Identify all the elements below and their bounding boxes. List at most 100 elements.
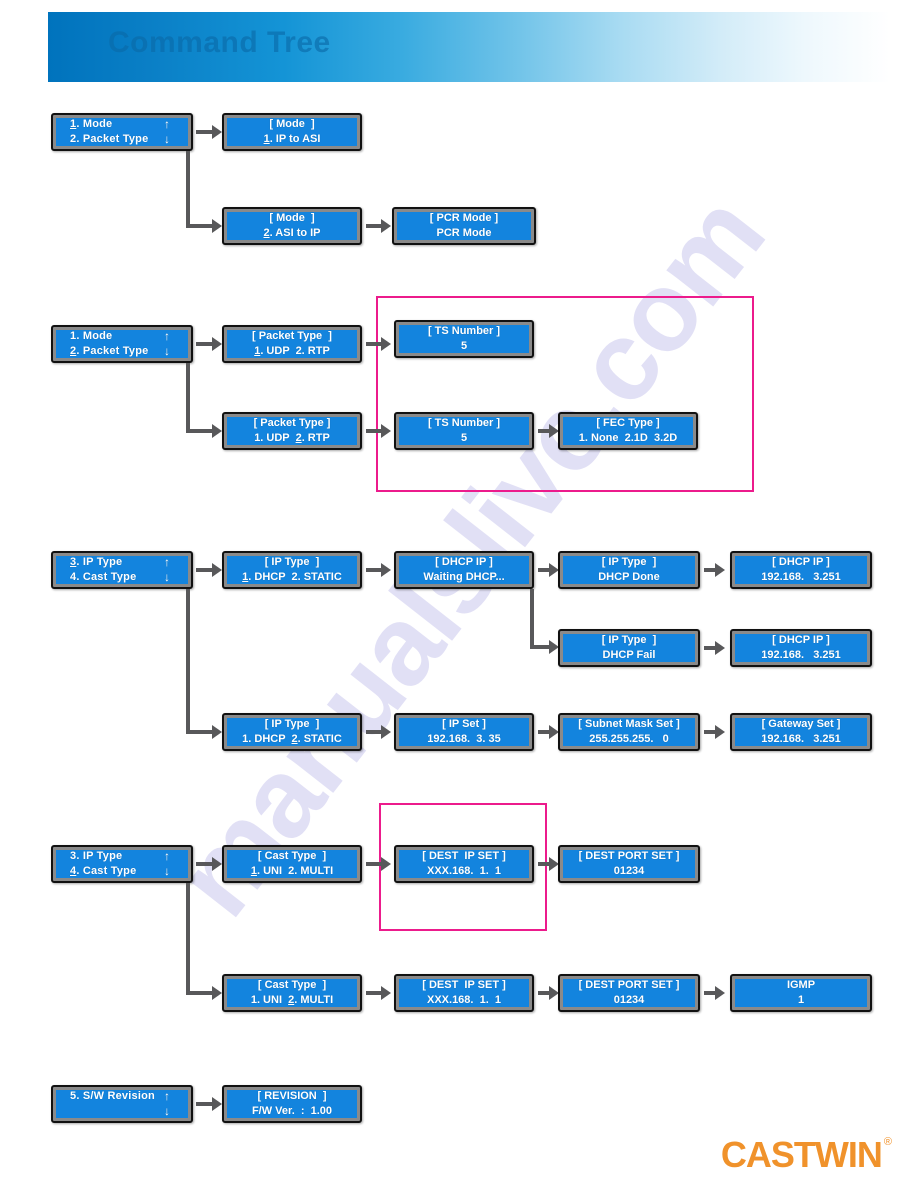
lcd-box-gateway-set[interactable]: [ Gateway Set ] 192.168. 3.251 [730, 713, 872, 751]
up-arrow-icon: ↑ [164, 118, 170, 131]
menu-box-mode[interactable]: 1. Mode ↑ 2. Packet Type ↓ [51, 113, 193, 151]
command-tree-diagram: 1. Mode ↑ 2. Packet Type ↓ [ Mode ] 1. I… [0, 0, 918, 1188]
lcd-title: [ DEST PORT SET ] [578, 850, 680, 862]
connector-line [186, 589, 190, 732]
lcd-box-multi-dest-port-set[interactable]: [ DEST PORT SET ] 01234 [558, 974, 700, 1012]
menu-line-1: 3. IP Type ↑ [70, 850, 178, 864]
arrow-head-icon [212, 1097, 222, 1111]
lcd-title: [ Mode ] [269, 118, 315, 130]
arrow-head-icon [381, 857, 391, 871]
menu-line-2: ↓ [70, 1104, 178, 1118]
lcd-box-ip-type-dhcp[interactable]: [ IP Type ] 1. DHCP 2. STATIC [222, 551, 362, 589]
up-arrow-icon: ↑ [164, 850, 170, 863]
arrow-head-icon [212, 424, 222, 438]
lcd-title: IGMP [786, 979, 816, 991]
arrow-head-icon [715, 563, 725, 577]
menu-line-1: 5. S/W Revision ↑ [70, 1090, 178, 1104]
lcd-title: [ DHCP IP ] [772, 634, 830, 646]
lcd-box-dhcp-fail[interactable]: [ IP Type ] DHCP Fail [558, 629, 700, 667]
lcd-value: 5 [460, 432, 468, 444]
lcd-title: [ IP Type ] [264, 718, 320, 730]
lcd-title: [ IP Type ] [264, 556, 320, 568]
lcd-box-fec-type[interactable]: [ FEC Type ] 1. None 2.1D 3.2D [558, 412, 698, 450]
lcd-title: [ DEST IP SET ] [422, 850, 506, 862]
lcd-box-dhcp-done[interactable]: [ IP Type ] DHCP Done [558, 551, 700, 589]
lcd-value: 01234 [613, 994, 645, 1006]
connector-line [530, 589, 534, 647]
lcd-value: DHCP Fail [602, 649, 656, 661]
menu-line-2: 2. Packet Type ↓ [70, 132, 178, 146]
up-arrow-icon: ↑ [164, 1090, 170, 1103]
menu-line-1: 1. Mode ↑ [70, 330, 178, 344]
menu-line-2: 4. Cast Type ↓ [70, 570, 178, 584]
lcd-value: 2. ASI to IP [263, 227, 321, 239]
lcd-box-packet-type-udp[interactable]: [ Packet Type ] 1. UDP 2. RTP [222, 325, 362, 363]
lcd-box-ts-number-bottom[interactable]: [ TS Number ] 5 [394, 412, 534, 450]
lcd-title: [ PCR Mode ] [429, 212, 499, 224]
menu-box-packet-type[interactable]: 1. Mode ↑ 2. Packet Type ↓ [51, 325, 193, 363]
lcd-value: F/W Ver. : 1.00 [251, 1105, 333, 1117]
lcd-value: DHCP Done [598, 571, 660, 583]
castwin-logo: CASTWIN ® [721, 1134, 892, 1176]
arrow-head-icon [212, 986, 222, 1000]
lcd-title: [ Mode ] [269, 212, 315, 224]
lcd-box-ip-set[interactable]: [ IP Set ] 192.168. 3. 35 [394, 713, 534, 751]
lcd-box-mode-ip-to-asi[interactable]: [ Mode ] 1. IP to ASI [222, 113, 362, 151]
arrow-head-icon [381, 563, 391, 577]
arrow-head-icon [381, 219, 391, 233]
lcd-value: XXX.168. 1. 1 [427, 865, 501, 877]
lcd-title: [ DHCP IP ] [435, 556, 493, 568]
arrow-head-icon [381, 725, 391, 739]
lcd-value: 1. DHCP 2. STATIC [242, 733, 342, 745]
down-arrow-icon: ↓ [164, 864, 170, 878]
lcd-title: [ DEST IP SET ] [422, 979, 506, 991]
lcd-title: [ REVISION ] [257, 1090, 327, 1102]
down-arrow-icon: ↓ [164, 1104, 170, 1118]
lcd-box-dhcp-waiting[interactable]: [ DHCP IP ] Waiting DHCP... [394, 551, 534, 589]
lcd-box-ts-number-top[interactable]: [ TS Number ] 5 [394, 320, 534, 358]
registered-trademark-icon: ® [883, 1136, 892, 1148]
lcd-box-cast-type-uni[interactable]: [ Cast Type ] 1. UNI 2. MULTI [222, 845, 362, 883]
down-arrow-icon: ↓ [164, 344, 170, 358]
menu-box-cast-type[interactable]: 3. IP Type ↑ 4. Cast Type ↓ [51, 845, 193, 883]
connector-line [186, 363, 190, 431]
lcd-value: 1 [797, 994, 805, 1006]
lcd-title: [ IP Type ] [601, 556, 657, 568]
lcd-box-multi-dest-ip-set[interactable]: [ DEST IP SET ] XXX.168. 1. 1 [394, 974, 534, 1012]
lcd-box-pcr-mode[interactable]: [ PCR Mode ] PCR Mode [392, 207, 536, 245]
arrow-head-icon [212, 125, 222, 139]
lcd-box-igmp[interactable]: IGMP 1 [730, 974, 872, 1012]
arrow-head-icon [212, 219, 222, 233]
lcd-value: 1. IP to ASI [263, 133, 321, 145]
lcd-value: 192.168. 3.251 [761, 649, 841, 661]
lcd-box-dhcp-fail-ip[interactable]: [ DHCP IP ] 192.168. 3.251 [730, 629, 872, 667]
connector-line [186, 151, 190, 226]
arrow-head-icon [212, 563, 222, 577]
lcd-title: [ Cast Type ] [257, 979, 327, 991]
lcd-box-uni-dest-ip-set[interactable]: [ DEST IP SET ] XXX.168. 1. 1 [394, 845, 534, 883]
lcd-value: PCR Mode [436, 227, 492, 239]
lcd-value: 01234 [613, 865, 645, 877]
connector-line [186, 883, 190, 993]
menu-line-2: 4. Cast Type ↓ [70, 864, 178, 878]
lcd-value: XXX.168. 1. 1 [427, 994, 501, 1006]
lcd-box-uni-dest-port-set[interactable]: [ DEST PORT SET ] 01234 [558, 845, 700, 883]
lcd-box-packet-type-rtp[interactable]: [ Packet Type ] 1. UDP 2. RTP [222, 412, 362, 450]
lcd-box-dhcp-done-ip[interactable]: [ DHCP IP ] 192.168. 3.251 [730, 551, 872, 589]
lcd-box-subnet-mask-set[interactable]: [ Subnet Mask Set ] 255.255.255. 0 [558, 713, 700, 751]
lcd-value: 192.168. 3.251 [761, 733, 841, 745]
arrow-head-icon [715, 725, 725, 739]
arrow-head-icon [212, 857, 222, 871]
lcd-box-mode-asi-to-ip[interactable]: [ Mode ] 2. ASI to IP [222, 207, 362, 245]
lcd-box-cast-type-multi[interactable]: [ Cast Type ] 1. UNI 2. MULTI [222, 974, 362, 1012]
lcd-title: [ Cast Type ] [257, 850, 327, 862]
lcd-box-revision[interactable]: [ REVISION ] F/W Ver. : 1.00 [222, 1085, 362, 1123]
arrow-head-icon [212, 337, 222, 351]
lcd-value: 1. UNI 2. MULTI [250, 865, 334, 877]
lcd-value: Waiting DHCP... [423, 571, 505, 583]
menu-box-ip-type[interactable]: 3. IP Type ↑ 4. Cast Type ↓ [51, 551, 193, 589]
arrow-head-icon [381, 337, 391, 351]
lcd-box-ip-type-static[interactable]: [ IP Type ] 1. DHCP 2. STATIC [222, 713, 362, 751]
up-arrow-icon: ↑ [164, 556, 170, 569]
menu-box-sw-revision[interactable]: 5. S/W Revision ↑ ↓ [51, 1085, 193, 1123]
